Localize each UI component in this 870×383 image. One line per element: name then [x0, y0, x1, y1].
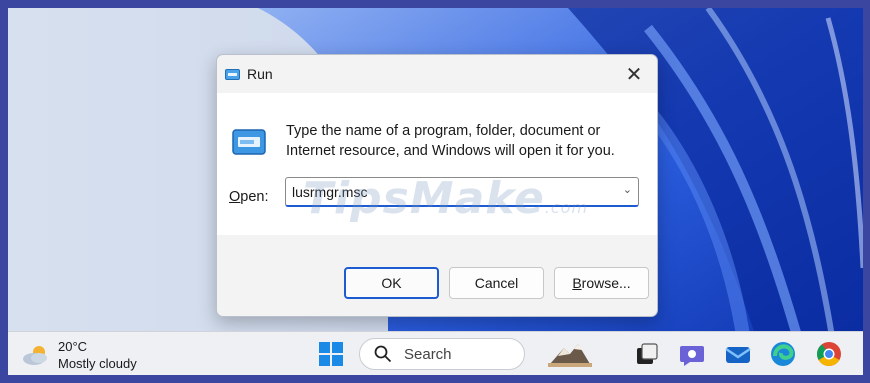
run-dialog: Run ✕ Type the name of a program, folder… [216, 54, 658, 317]
widgets-icon[interactable] [548, 340, 592, 368]
browse-mnemonic: B [572, 275, 582, 291]
cancel-button[interactable]: Cancel [449, 267, 544, 299]
edge-icon[interactable] [769, 340, 797, 368]
taskbar: 20°C Mostly cloudy Search [8, 331, 863, 375]
search-placeholder: Search [404, 346, 452, 363]
dialog-body: Type the name of a program, folder, docu… [217, 93, 657, 235]
dialog-description: Type the name of a program, folder, docu… [286, 123, 615, 159]
dialog-title: Run [247, 66, 273, 82]
desktop: Run ✕ Type the name of a program, folder… [8, 8, 863, 375]
teams-chat-icon[interactable] [678, 340, 706, 368]
taskbar-search-box[interactable]: Search [359, 338, 525, 370]
close-icon: ✕ [625, 63, 643, 86]
open-combobox[interactable]: lusrmgr.msc ⌄ [285, 177, 639, 207]
open-label: Open: [229, 189, 269, 205]
weather-condition[interactable]: Mostly cloudy [58, 356, 137, 371]
start-icon[interactable] [317, 340, 345, 368]
browse-button[interactable]: Browse... [554, 267, 649, 299]
close-button[interactable]: ✕ [611, 55, 657, 93]
weather-temperature[interactable]: 20°C [58, 339, 87, 354]
run-program-icon [232, 129, 266, 155]
task-view-icon[interactable] [633, 340, 661, 368]
open-label-mnemonic: O [229, 189, 241, 205]
chrome-icon[interactable] [815, 340, 843, 368]
chevron-down-icon[interactable]: ⌄ [623, 183, 632, 196]
mail-icon[interactable] [724, 340, 752, 368]
partly-cloudy-icon[interactable] [21, 344, 51, 366]
open-input-value[interactable]: lusrmgr.msc [292, 184, 367, 200]
title-bar[interactable]: Run ✕ [217, 55, 657, 93]
open-label-text: pen: [240, 189, 269, 205]
ok-button[interactable]: OK [344, 267, 439, 299]
search-icon [374, 345, 392, 363]
browse-label: rowse... [581, 275, 631, 291]
run-icon [225, 69, 240, 80]
